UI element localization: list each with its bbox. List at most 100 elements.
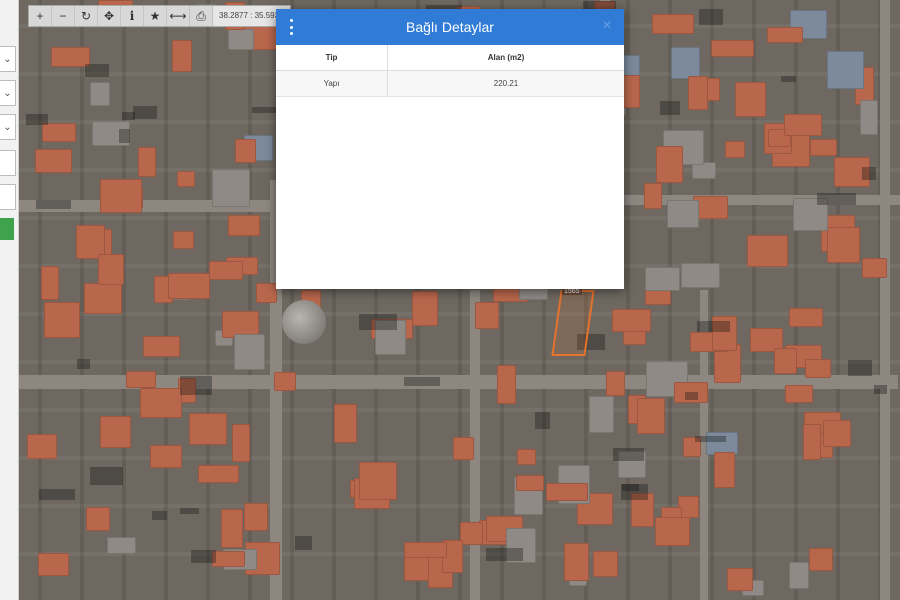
map-shadow [817, 193, 856, 205]
map-building [412, 291, 438, 326]
column-header-type[interactable]: Tip [276, 45, 388, 71]
linked-details-dialog: Bağlı Detaylar × Tip Alan (m2) Yapı 220.… [276, 9, 624, 289]
map-building [727, 568, 753, 591]
map-shadow [85, 64, 109, 77]
map-building [656, 146, 683, 183]
zoom-out-icon: − [59, 9, 67, 23]
map-building [805, 359, 831, 378]
map-shadow [77, 359, 90, 369]
dialog-title: Bağlı Detaylar [406, 19, 494, 35]
map-shadow [697, 321, 730, 332]
locate-button[interactable]: ✥ [98, 6, 121, 26]
map-building [228, 215, 260, 236]
map-shadow [660, 101, 680, 115]
map-building [827, 227, 860, 263]
map-shadow [535, 412, 550, 429]
map-building [517, 449, 536, 465]
map-building [84, 283, 122, 314]
map-shadow [695, 436, 726, 442]
zoom-out-button[interactable]: − [52, 6, 75, 26]
map-building [274, 372, 296, 391]
map-building [767, 27, 803, 43]
map-shadow [152, 511, 167, 520]
map-building [27, 434, 57, 459]
favorite-button[interactable]: ★ [144, 6, 167, 26]
map-building [860, 100, 878, 135]
map-building [475, 302, 499, 329]
map-shadow [39, 489, 75, 500]
more-options-icon[interactable] [288, 19, 294, 35]
map-building [784, 114, 822, 136]
map-building [671, 47, 700, 79]
panel-dropdown-2[interactable]: ⌄ [0, 80, 16, 106]
map-building [212, 551, 245, 567]
map-building [86, 507, 110, 531]
map-building [38, 553, 69, 576]
map-building [497, 365, 516, 404]
map-shadow [685, 392, 698, 400]
map-building [189, 413, 227, 445]
map-building [789, 308, 823, 327]
map-building [516, 475, 544, 491]
panel-input-2[interactable] [0, 184, 16, 210]
map-shadow [486, 548, 523, 561]
map-building [235, 139, 256, 163]
map-shadow [180, 376, 212, 395]
cell-area: 220.21 [387, 70, 624, 97]
map-shadow [26, 114, 48, 125]
map-building [98, 254, 124, 285]
panel-submit-button[interactable] [0, 218, 14, 240]
map-building [100, 416, 131, 448]
map-building [404, 542, 447, 558]
info-button[interactable]: i [121, 6, 144, 26]
map-building [747, 235, 788, 267]
map-building [221, 509, 243, 548]
map-shadow [36, 200, 71, 209]
map-building [198, 465, 239, 483]
column-header-area[interactable]: Alan (m2) [387, 45, 624, 71]
map-building [107, 537, 136, 554]
map-building [460, 522, 483, 545]
measure-icon: ⟷ [169, 9, 187, 23]
map-building [735, 82, 766, 117]
zoom-in-icon: + [36, 9, 44, 23]
map-building [177, 171, 195, 187]
map-building [453, 437, 474, 460]
map-building [41, 266, 59, 300]
map-building [645, 267, 680, 291]
map-shadow [191, 550, 216, 563]
map-building [359, 462, 397, 500]
map-building [138, 147, 156, 177]
refresh-button[interactable]: ↻ [75, 6, 98, 26]
table-row[interactable]: Yapı 220.21 [276, 70, 624, 97]
map-building [334, 404, 357, 443]
zoom-in-button[interactable]: + [29, 6, 52, 26]
map-building [256, 283, 277, 303]
map-building [637, 398, 665, 434]
panel-dropdown-1[interactable]: ⌄ [0, 46, 16, 72]
map-building [589, 396, 614, 433]
map-building [140, 388, 182, 418]
map-building [667, 200, 699, 228]
map-building [90, 82, 110, 106]
panel-dropdown-3[interactable]: ⌄ [0, 114, 16, 140]
map-shadow [90, 467, 123, 485]
locate-icon: ✥ [103, 9, 115, 23]
map-shadow [180, 508, 199, 514]
panel-input-1[interactable] [0, 150, 16, 176]
measure-button[interactable]: ⟷ [167, 6, 190, 26]
left-side-panel: ⌄ ⌄ ⌄ [0, 0, 19, 600]
map-building [232, 424, 250, 462]
map-road [620, 195, 900, 205]
print-button[interactable]: ⎙ [190, 6, 213, 26]
map-building [785, 385, 813, 403]
map-building [546, 483, 588, 501]
table-header-row: Tip Alan (m2) [276, 45, 624, 71]
map-building [789, 562, 809, 589]
map-road [880, 0, 890, 600]
map-building [150, 445, 182, 468]
close-icon[interactable]: × [598, 17, 616, 35]
map-building [212, 169, 250, 207]
chevron-down-icon: ⌄ [3, 87, 12, 99]
star-icon: ★ [149, 9, 161, 23]
